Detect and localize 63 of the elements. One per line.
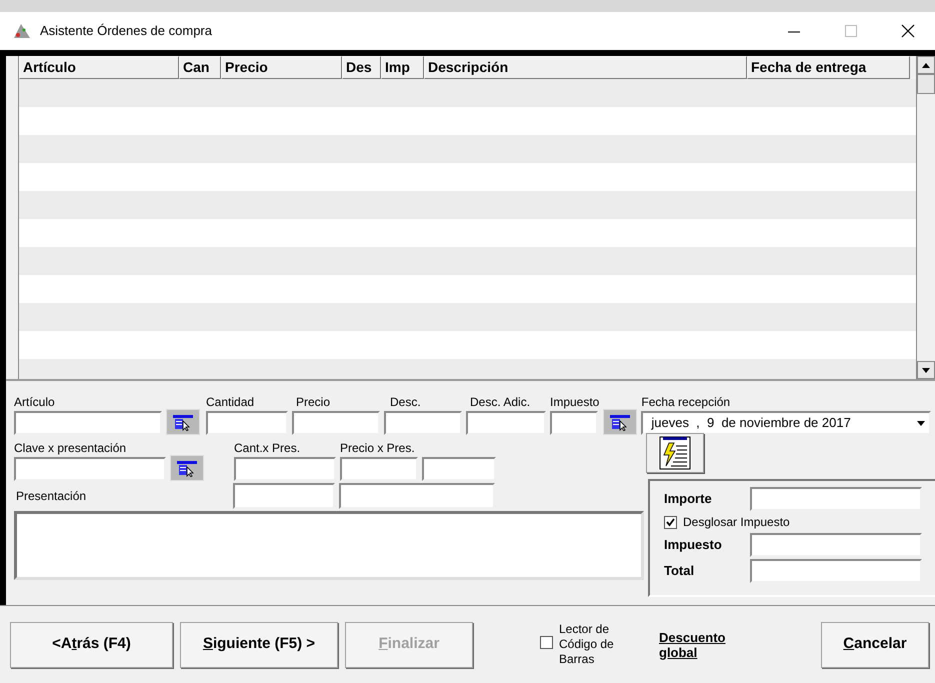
presentation-text-area[interactable]	[14, 511, 644, 580]
input-field[interactable]	[550, 411, 598, 435]
close-icon[interactable]	[901, 24, 915, 38]
wizard-button[interactable]: Siguiente (F5) >	[180, 622, 338, 668]
column-header[interactable]: Fecha de entrega	[747, 56, 910, 79]
field-label: Presentación	[15, 488, 88, 505]
input-field[interactable]	[234, 457, 336, 481]
field-label: Clave x presentación	[14, 440, 128, 457]
discount-link[interactable]: Descuento global	[659, 630, 749, 660]
lookup-button[interactable]	[166, 409, 200, 435]
scroll-down-icon	[922, 368, 930, 372]
input-field[interactable]	[750, 487, 922, 511]
column-header[interactable]: Imp	[381, 56, 424, 79]
generate-button[interactable]	[646, 433, 704, 473]
field-label: Desc.	[389, 394, 422, 411]
checkbox-label: Desglosar Impuesto	[683, 514, 790, 531]
input-field[interactable]	[14, 457, 166, 481]
field-label: Precio x Pres.	[340, 440, 416, 457]
field-label: Desc. Adic.	[469, 394, 532, 411]
input-field[interactable]	[340, 457, 418, 481]
dropdown-arrow-icon	[917, 420, 926, 426]
input-field[interactable]	[14, 411, 162, 435]
column-header[interactable]: Descripción	[424, 56, 747, 79]
input-field[interactable]	[750, 559, 922, 583]
app-icon	[12, 22, 32, 40]
input-field[interactable]	[292, 411, 380, 435]
field-label: Impuesto	[550, 394, 600, 411]
field-label: Total	[664, 562, 696, 580]
checkbox[interactable]	[540, 636, 553, 649]
checkbox-label: Lector de Código de Barras	[559, 622, 615, 667]
scroll-thumb[interactable]	[917, 74, 935, 94]
list-cursor-icon	[608, 413, 632, 431]
field-label: Impuesto	[664, 536, 723, 554]
date-dropdown[interactable]: jueves , 9 de noviembre de 2017	[641, 411, 932, 435]
column-header[interactable]: Artículo	[19, 56, 179, 79]
list-cursor-icon	[171, 413, 195, 431]
lookup-button[interactable]	[603, 409, 638, 435]
field-label: Precio	[295, 394, 332, 411]
scroll-up-icon	[922, 62, 930, 68]
input-field[interactable]	[206, 411, 288, 435]
input-field[interactable]	[750, 533, 922, 557]
column-header[interactable]: Des	[342, 56, 381, 79]
checkbox[interactable]	[664, 516, 677, 528]
input-field[interactable]	[339, 483, 495, 509]
input-field[interactable]	[233, 483, 335, 509]
input-field[interactable]	[466, 411, 546, 435]
list-cursor-icon	[175, 459, 199, 477]
input-field[interactable]	[384, 411, 462, 435]
field-label: Artículo	[14, 394, 56, 411]
column-header[interactable]: Precio	[221, 56, 342, 79]
lightning-document-icon	[657, 436, 693, 470]
field-label: Cantidad	[206, 394, 256, 411]
wizard-button[interactable]: <Atrás (F4)	[10, 622, 173, 668]
maximize-icon[interactable]	[845, 25, 857, 37]
field-label: Cant.x Pres.	[234, 440, 302, 457]
wizard-button[interactable]: Cancelar	[821, 622, 929, 668]
scrollbar[interactable]	[916, 56, 935, 379]
window-title: Asistente Órdenes de compra	[40, 22, 213, 40]
field-label: Fecha recepción	[641, 394, 732, 411]
field-label: Importe	[664, 490, 713, 508]
input-field[interactable]	[422, 457, 496, 481]
column-header[interactable]: Can	[179, 56, 221, 79]
lookup-button[interactable]	[170, 455, 204, 481]
